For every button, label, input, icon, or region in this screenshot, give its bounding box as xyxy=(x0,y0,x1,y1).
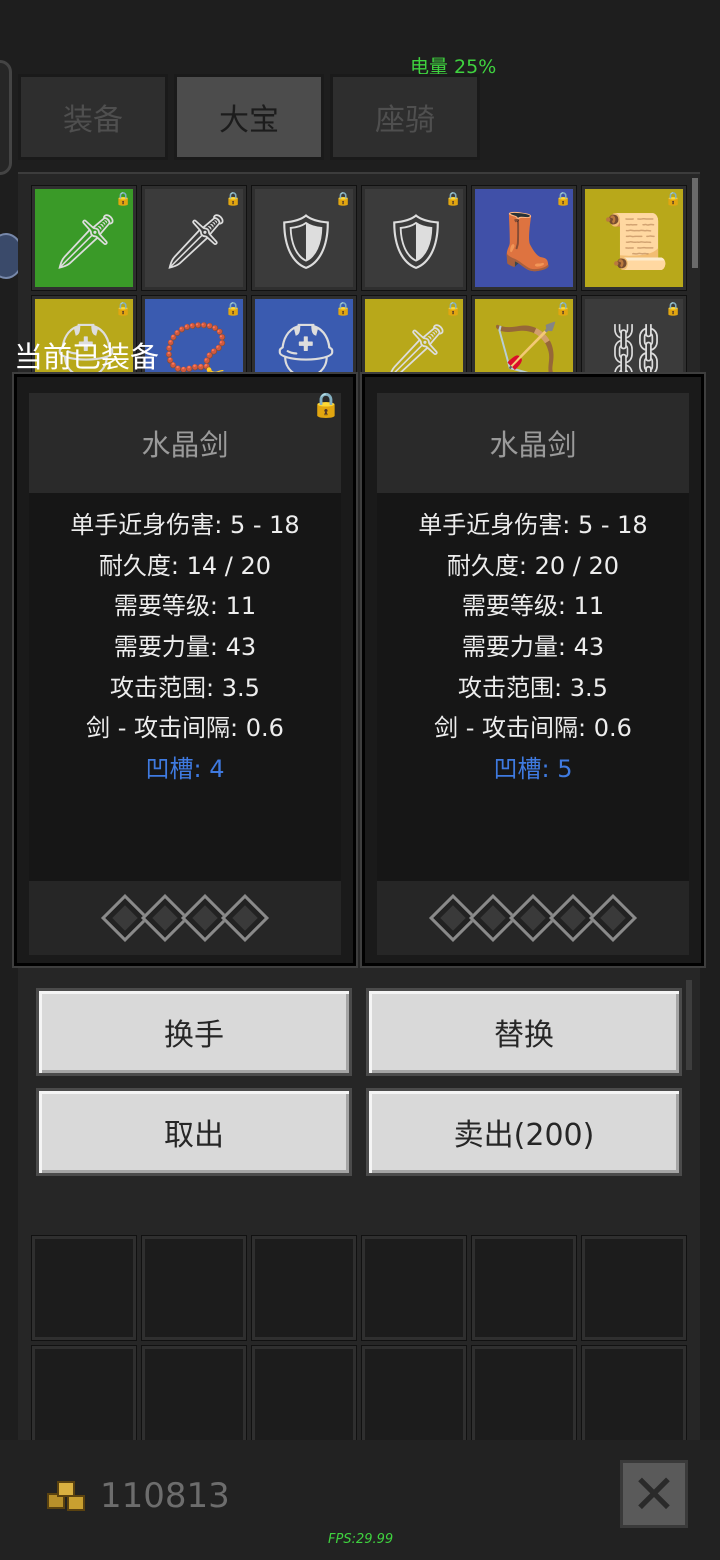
boots-icon: 👢 xyxy=(492,210,560,273)
shield-icon: 🛡 xyxy=(381,210,451,273)
stat-sockets: 凹槽: 4 xyxy=(145,755,225,784)
stat-damage: 单手近身伤害: 5 - 18 xyxy=(70,511,300,539)
stat-attack-interval: 剑 - 攻击间隔: 0.6 xyxy=(86,714,284,743)
close-icon[interactable]: ✕ xyxy=(620,1460,688,1528)
inventory-slot[interactable]: 🛡 🔒 xyxy=(251,185,357,291)
sword-icon: 🗡 xyxy=(51,210,121,273)
stat-attack-range: 攻击范围: 3.5 xyxy=(458,673,608,702)
item-title: 水晶剑 xyxy=(377,393,689,493)
replace-button[interactable]: 替换 xyxy=(366,988,682,1076)
stat-durability: 耐久度: 20 / 20 xyxy=(446,551,620,580)
swap-hand-button[interactable]: 换手 xyxy=(36,988,352,1076)
inventory-slot[interactable]: 🗡 🔒 xyxy=(31,185,137,291)
lock-icon: 🔒 xyxy=(335,302,352,317)
stat-required-level: 需要等级: 11 xyxy=(461,592,605,621)
stat-required-level: 需要等级: 11 xyxy=(113,592,257,621)
tab-equipment[interactable]: 装备 xyxy=(18,74,168,160)
stat-damage: 单手近身伤害: 5 - 18 xyxy=(418,511,648,539)
equipped-item-card: 水晶剑 🔒 单手近身伤害: 5 - 18 耐久度: 14 / 20 需要等级: … xyxy=(12,372,358,968)
inventory-slot[interactable]: 📜 🔒 xyxy=(581,185,687,291)
inventory-slot[interactable] xyxy=(581,1345,687,1451)
empty-socket-icon xyxy=(220,893,270,943)
inventory-slot[interactable]: 🛡 🔒 xyxy=(361,185,467,291)
lock-icon: 🔒 xyxy=(555,302,572,317)
scroll-icon: 📜 xyxy=(602,210,670,273)
lock-icon: 🔒 xyxy=(665,302,682,317)
inventory-slot[interactable] xyxy=(581,1235,687,1341)
take-out-button[interactable]: 取出 xyxy=(36,1088,352,1176)
stat-required-strength: 需要力量: 43 xyxy=(113,633,257,662)
lock-icon[interactable]: 🔒 xyxy=(311,391,341,419)
tab-mount[interactable]: 座骑 xyxy=(330,74,480,160)
lock-icon: 🔒 xyxy=(225,302,242,317)
lock-icon: 🔒 xyxy=(335,192,352,207)
tab-treasure[interactable]: 大宝 xyxy=(174,74,324,160)
item-stats: 单手近身伤害: 5 - 18 耐久度: 20 / 20 需要等级: 11 需要力… xyxy=(377,493,689,881)
inventory-slot[interactable] xyxy=(251,1345,357,1451)
sell-button[interactable]: 卖出(200) xyxy=(366,1088,682,1176)
lock-icon: 🔒 xyxy=(445,302,462,317)
sword-icon: 🗡 xyxy=(161,210,231,273)
shield-icon: 🛡 xyxy=(271,210,341,273)
inventory-slot[interactable] xyxy=(251,1235,357,1341)
empty-socket-icon xyxy=(588,893,638,943)
lock-icon: 🔒 xyxy=(555,192,572,207)
inventory-slot[interactable]: 👢 🔒 xyxy=(471,185,577,291)
gold-coins-icon xyxy=(47,1481,85,1511)
stat-required-strength: 需要力量: 43 xyxy=(461,633,605,662)
lock-icon: 🔒 xyxy=(115,302,132,317)
stat-attack-range: 攻击范围: 3.5 xyxy=(110,673,260,702)
item-title: 水晶剑 xyxy=(29,393,341,493)
inventory-slot[interactable] xyxy=(31,1345,137,1451)
fps-counter: FPS:29.99 xyxy=(328,1532,394,1547)
inventory-scrollbar-lower[interactable] xyxy=(686,980,692,1070)
equipped-header: 当前已装备 xyxy=(14,340,160,374)
lock-icon: 🔒 xyxy=(665,192,682,207)
stat-sockets: 凹槽: 5 xyxy=(493,755,573,784)
inventory-slot[interactable] xyxy=(31,1235,137,1341)
lock-icon: 🔒 xyxy=(225,192,242,207)
inventory-slot[interactable]: 🗡 🔒 xyxy=(141,185,247,291)
inventory-slot[interactable] xyxy=(361,1235,467,1341)
inventory-slot[interactable] xyxy=(141,1235,247,1341)
inventory-slot[interactable] xyxy=(471,1235,577,1341)
inventory-slot[interactable] xyxy=(361,1345,467,1451)
side-panel-handle[interactable] xyxy=(0,60,12,175)
gold-amount: 110813 xyxy=(100,1476,230,1516)
inventory-slot[interactable] xyxy=(471,1345,577,1451)
selected-item-card: 水晶剑 单手近身伤害: 5 - 18 耐久度: 20 / 20 需要等级: 11… xyxy=(360,372,706,968)
socket-bar xyxy=(29,881,341,955)
lock-icon: 🔒 xyxy=(115,192,132,207)
stat-attack-interval: 剑 - 攻击间隔: 0.6 xyxy=(434,714,632,743)
stat-durability: 耐久度: 14 / 20 xyxy=(98,551,272,580)
inventory-slot[interactable] xyxy=(141,1345,247,1451)
item-stats: 单手近身伤害: 5 - 18 耐久度: 14 / 20 需要等级: 11 需要力… xyxy=(29,493,341,881)
socket-bar xyxy=(377,881,689,955)
lock-icon: 🔒 xyxy=(445,192,462,207)
inventory-scrollbar[interactable] xyxy=(692,178,698,268)
